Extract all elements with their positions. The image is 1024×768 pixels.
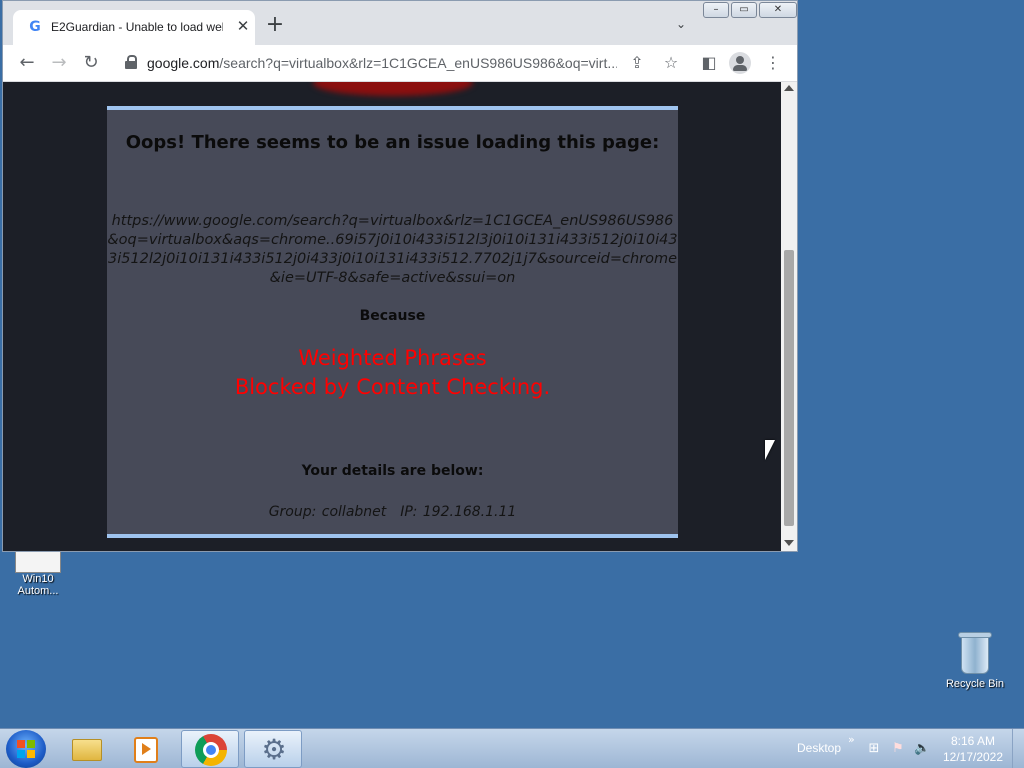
- group-text: Group: collabnet: [268, 504, 387, 520]
- page-viewport: Oops! There seems to be an issue loading…: [3, 82, 781, 551]
- scroll-down-icon[interactable]: [784, 540, 794, 546]
- mouse-cursor-icon: [765, 440, 775, 460]
- lock-icon[interactable]: [125, 55, 137, 69]
- star-icon[interactable]: ☆: [661, 53, 681, 73]
- url-text[interactable]: google.com/search?q=virtualbox&rlz=1C1GC…: [147, 54, 617, 72]
- tab-strip: G E2Guardian - Unable to load website ✕ …: [3, 1, 797, 45]
- reload-icon[interactable]: ↻: [81, 53, 101, 73]
- clock-date: 12/17/2022: [942, 750, 1004, 764]
- taskbar: ⚙ Desktop » ⊞ ⚑ 🔈 8:16 AM 12/17/2022: [0, 728, 1024, 768]
- side-panel-icon[interactable]: ◧: [699, 53, 719, 73]
- gear-icon: ⚙: [261, 733, 287, 766]
- new-tab-icon[interactable]: +: [265, 14, 285, 36]
- chevron-icon[interactable]: »: [848, 733, 855, 746]
- banner-glow: [313, 82, 473, 96]
- url-host: google.com: [147, 55, 220, 71]
- scroll-up-icon[interactable]: [784, 85, 794, 91]
- clock[interactable]: 8:16 AM 12/17/2022: [940, 733, 1006, 765]
- browser-toolbar: ← → ↻ google.com/search?q=virtualbox&rlz…: [3, 45, 797, 82]
- tab-search-icon[interactable]: ⌄: [673, 17, 689, 33]
- menu-icon[interactable]: ⋮: [763, 53, 783, 73]
- maximize-button[interactable]: ▭: [731, 2, 757, 18]
- desktop-icon-label: Recycle Bin: [945, 678, 1005, 690]
- volume-icon[interactable]: 🔈: [914, 741, 930, 757]
- profile-icon[interactable]: [729, 52, 751, 74]
- tab-active[interactable]: G E2Guardian - Unable to load website ✕: [13, 10, 255, 45]
- chrome-icon: [195, 734, 227, 766]
- block-reason: Weighted Phrases Blocked by Content Chec…: [107, 344, 678, 402]
- show-desktop-button[interactable]: [1012, 729, 1024, 768]
- user-details: Group: collabnet IP: 192.168.1.11: [107, 504, 678, 520]
- google-favicon-icon: G: [29, 19, 41, 35]
- desktop-icon-label: Win10 Autom...: [17, 573, 59, 597]
- page-title: Oops! There seems to be an issue loading…: [125, 132, 660, 153]
- window-close-button[interactable]: ✕: [759, 2, 797, 18]
- block-reason-line1: Weighted Phrases: [298, 346, 487, 370]
- media-player-icon: [134, 737, 158, 763]
- taskbar-explorer-button[interactable]: [58, 730, 116, 768]
- ip-text: IP: 192.168.1.11: [400, 504, 517, 520]
- url-path: /search?q=virtualbox&rlz=1C1GCEA_enUS986…: [219, 55, 617, 71]
- recycle-bin-icon: [958, 630, 992, 674]
- minimize-button[interactable]: –: [703, 2, 729, 18]
- tab-title: E2Guardian - Unable to load website: [51, 20, 223, 34]
- block-notice-panel: Oops! There seems to be an issue loading…: [107, 106, 678, 538]
- scroll-thumb[interactable]: [784, 250, 794, 526]
- folder-icon: [72, 739, 102, 761]
- browser-window: G E2Guardian - Unable to load website ✕ …: [2, 0, 798, 552]
- clock-time: 8:16 AM: [950, 734, 996, 748]
- network-icon[interactable]: ⊞: [866, 741, 882, 757]
- forward-icon[interactable]: →: [49, 53, 69, 73]
- details-label: Your details are below:: [301, 463, 484, 479]
- vertical-scrollbar[interactable]: [781, 82, 797, 551]
- shortcut-icon: [15, 552, 61, 573]
- close-icon[interactable]: ✕: [235, 18, 251, 34]
- desktop-icon-recycle-bin[interactable]: Recycle Bin: [942, 630, 1008, 690]
- because-label: Because: [359, 308, 426, 324]
- back-icon[interactable]: ←: [17, 53, 37, 73]
- address-bar[interactable]: google.com/search?q=virtualbox&rlz=1C1GC…: [115, 50, 663, 76]
- taskbar-media-button[interactable]: [118, 730, 176, 768]
- desktop-toolbar-label[interactable]: Desktop: [797, 741, 841, 755]
- start-icon[interactable]: [6, 730, 46, 768]
- taskbar-settings-button[interactable]: ⚙: [244, 730, 302, 768]
- share-icon[interactable]: ⇪: [627, 53, 647, 73]
- block-reason-line2: Blocked by Content Checking.: [234, 375, 551, 399]
- action-center-icon[interactable]: ⚑: [890, 741, 906, 757]
- desktop-icon-win10[interactable]: Win10 Autom...: [10, 552, 66, 597]
- taskbar-chrome-button[interactable]: [181, 730, 239, 768]
- blocked-url: https://www.google.com/search?q=virtualb…: [107, 213, 678, 286]
